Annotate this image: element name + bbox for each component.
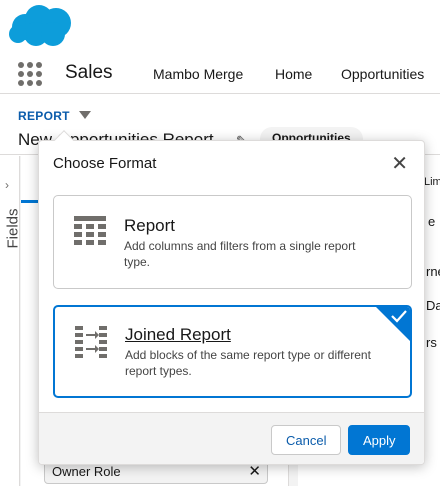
app-launcher-icon[interactable] (17, 60, 43, 86)
nav-item-home[interactable]: Home (275, 66, 312, 82)
salesforce-cloud-icon[interactable] (8, 3, 74, 49)
option-title: Report (124, 216, 176, 235)
global-header (0, 0, 440, 54)
chevron-right-icon[interactable]: › (5, 178, 9, 192)
report-type-label[interactable]: REPORT (18, 109, 70, 123)
option-description: Add columns and filters from a single re… (124, 239, 356, 269)
check-icon (391, 310, 407, 323)
app-nav-bar: Sales Mambo Merge Home Opportunities (0, 54, 440, 94)
format-option-joined-report[interactable]: Joined Report Add blocks of the same rep… (53, 305, 412, 398)
option-title: Joined Report (125, 325, 231, 344)
caret-down-icon[interactable] (79, 111, 91, 119)
choose-format-popover: Choose Format ✕ Report Add columns and f… (38, 130, 425, 465)
option-description: Add blocks of the same report type or di… (125, 348, 371, 378)
table-grid-icon (74, 216, 106, 245)
format-option-report[interactable]: Report Add columns and filters from a si… (53, 195, 412, 289)
app-name: Sales (65, 62, 113, 83)
fields-rail[interactable]: › Fields (0, 156, 22, 486)
owner-role-label: Owner Role (52, 464, 121, 479)
right-panel-text: rs i (426, 335, 440, 350)
cancel-button[interactable]: Cancel (271, 425, 341, 455)
active-tab-indicator (21, 200, 39, 203)
right-panel-text: rne (426, 264, 440, 279)
right-panel-text: Limit (424, 176, 440, 188)
nav-item-opportunities[interactable]: Opportunities (341, 66, 424, 82)
modal-footer: Cancel Apply (39, 412, 424, 464)
fields-rail-label: Fields (4, 208, 22, 249)
modal-title: Choose Format (53, 155, 157, 172)
joined-report-icon (75, 326, 107, 358)
nav-item-mambo-merge[interactable]: Mambo Merge (153, 66, 243, 82)
right-panel-text: e (428, 214, 436, 229)
right-panel-text: Dat (426, 298, 440, 313)
close-icon[interactable]: ✕ (391, 151, 408, 176)
apply-button[interactable]: Apply (348, 425, 410, 455)
